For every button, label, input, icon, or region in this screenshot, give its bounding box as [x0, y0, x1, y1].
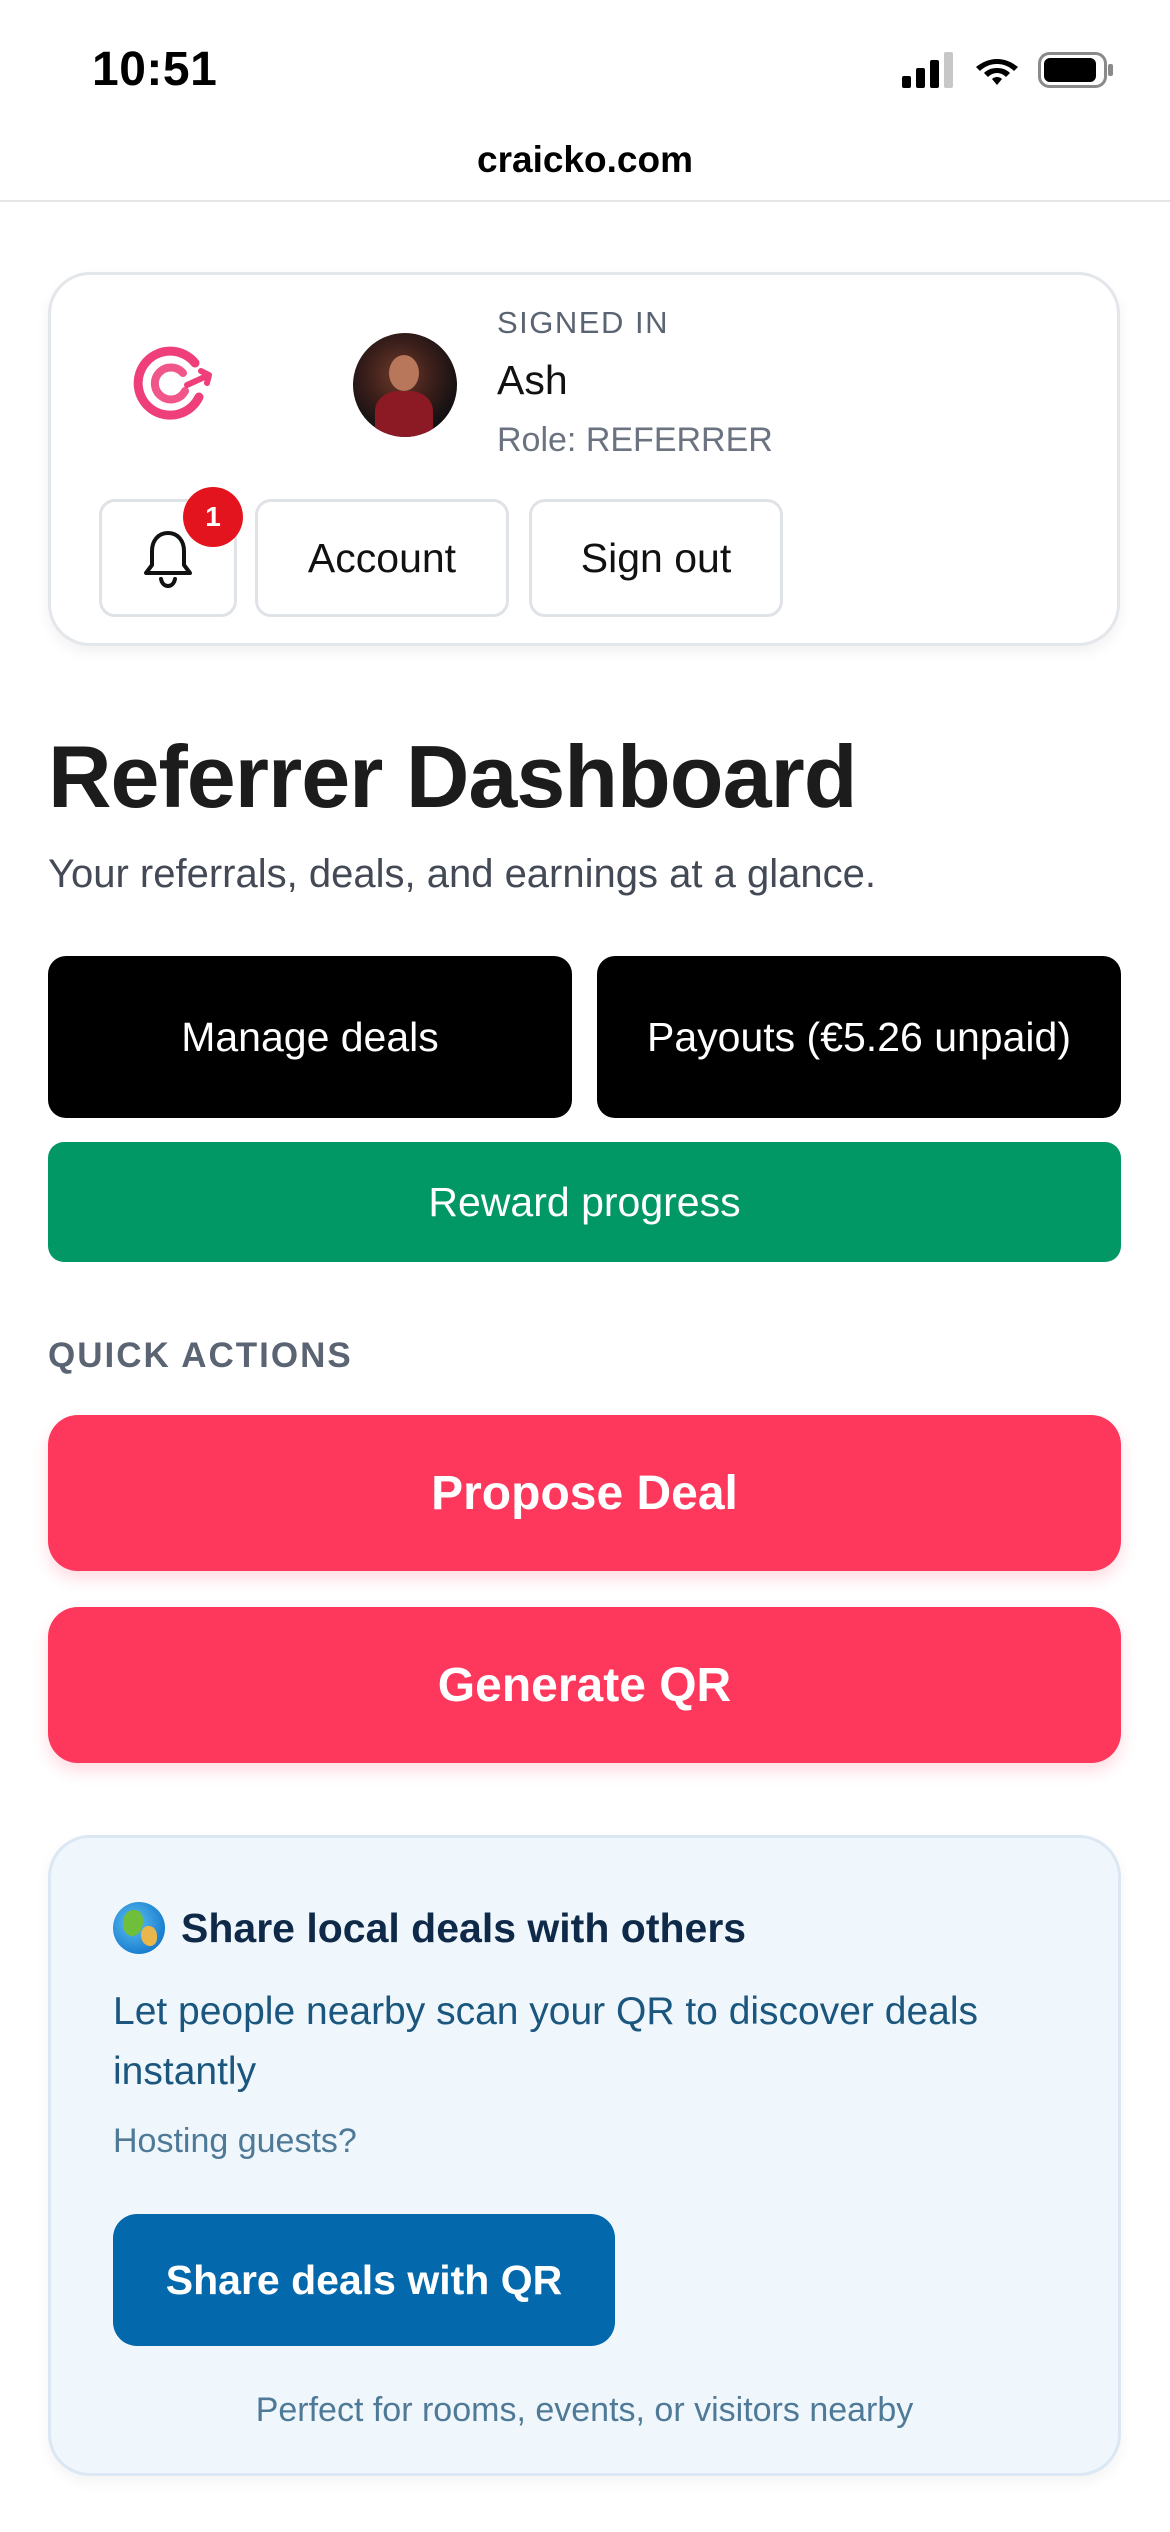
propose-deal-button[interactable]: Propose Deal — [48, 1415, 1121, 1571]
generate-qr-button[interactable]: Generate QR — [48, 1607, 1121, 1763]
cellular-signal-icon — [902, 52, 953, 88]
avatar[interactable] — [353, 333, 457, 437]
signed-in-label: SIGNED IN — [497, 305, 669, 340]
status-time: 10:51 — [92, 43, 218, 96]
status-bar: 10:51 — [0, 0, 1170, 140]
share-deals-qr-button[interactable]: Share deals with QR — [113, 2214, 615, 2346]
craicko-logo[interactable] — [129, 341, 213, 425]
url-text: craicko.com — [477, 139, 693, 180]
status-icons — [902, 52, 1114, 88]
share-card-title: Share local deals with others — [113, 1902, 746, 1954]
user-role: Role: REFERRER — [497, 421, 773, 459]
share-card-hint: Hosting guests? — [113, 2122, 357, 2160]
quick-actions-label: QUICK ACTIONS — [48, 1336, 353, 1375]
avatar-face — [389, 355, 419, 391]
wifi-icon — [976, 59, 1018, 85]
notification-badge: 1 — [183, 487, 243, 547]
bell-icon — [144, 531, 192, 589]
battery-icon — [1038, 52, 1113, 88]
manage-deals-button[interactable]: Manage deals — [48, 956, 572, 1118]
share-card-title-text: Share local deals with others — [181, 1904, 747, 1951]
page-subtitle: Your referrals, deals, and earnings at a… — [48, 852, 876, 896]
user-name: Ash — [497, 357, 568, 403]
share-deals-card: Share local deals with others Let people… — [48, 1835, 1121, 2476]
share-card-footnote: Perfect for rooms, events, or visitors n… — [255, 2391, 914, 2429]
reward-progress-button[interactable]: Reward progress — [48, 1142, 1121, 1262]
page-title: Referrer Dashboard — [48, 727, 858, 826]
address-bar[interactable]: craicko.com — [0, 130, 1170, 202]
share-card-description: Let people nearby scan your QR to discov… — [113, 1990, 978, 2093]
sign-out-button[interactable]: Sign out — [529, 499, 783, 617]
payouts-button[interactable]: Payouts (€5.26 unpaid) — [597, 956, 1121, 1118]
globe-icon — [113, 1902, 165, 1954]
avatar-body — [375, 391, 433, 437]
account-card: SIGNED IN Ash Role: REFERRER 1 Account S… — [48, 272, 1120, 646]
account-button[interactable]: Account — [255, 499, 509, 617]
